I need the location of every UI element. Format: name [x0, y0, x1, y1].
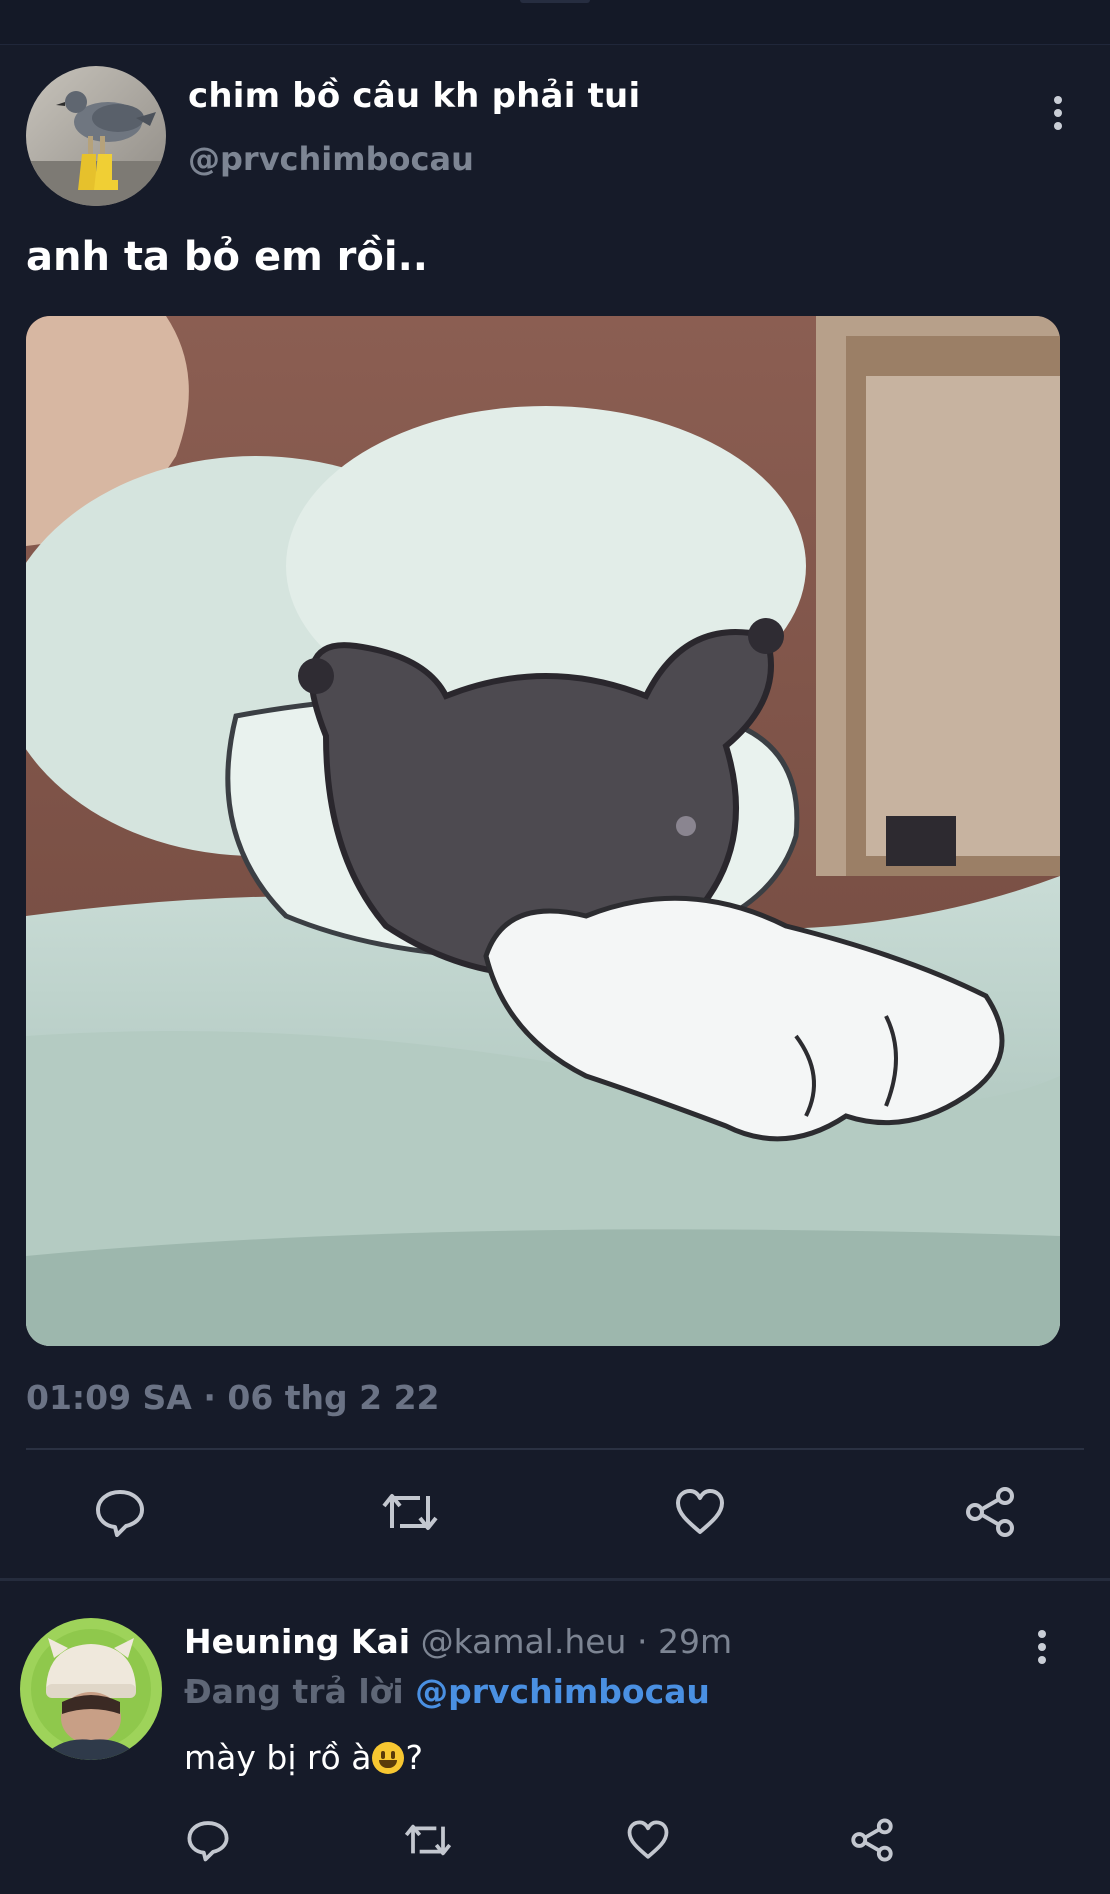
reply-share-icon[interactable] — [840, 1808, 904, 1872]
user-handle[interactable]: @prvchimbocau — [188, 140, 474, 178]
reply-text: mày bị rồ à ? — [184, 1738, 423, 1777]
reply-icon[interactable] — [88, 1480, 152, 1544]
notch — [520, 0, 590, 3]
reply-display-name[interactable]: Heuning Kai — [184, 1622, 410, 1661]
tweet-text: anh ta bỏ em rồi.. — [26, 234, 428, 280]
replying-mention[interactable]: @prvchimbocau — [415, 1672, 710, 1711]
grinning-emoji-icon — [372, 1741, 405, 1774]
reply-avatar[interactable] — [20, 1618, 162, 1760]
reply-reply-icon[interactable] — [176, 1808, 240, 1872]
tweet-timestamp[interactable]: 01:09 SA · 06 thg 2 22 — [26, 1378, 440, 1417]
divider — [26, 1448, 1084, 1450]
reply-retweet-icon[interactable] — [396, 1808, 460, 1872]
top-bar — [0, 0, 1110, 45]
reply-avatar-image — [20, 1618, 162, 1760]
kuromi-crying-illustration — [26, 316, 1060, 1346]
reply-like-icon[interactable] — [616, 1808, 680, 1872]
replying-label: Đang trả lời — [184, 1672, 404, 1711]
more-options-icon[interactable] — [1048, 90, 1068, 136]
reply-text-main: mày bị rồ à — [184, 1738, 372, 1777]
reply-time[interactable]: 29m — [658, 1622, 732, 1661]
pigeon-avatar-image — [26, 66, 166, 206]
retweet-icon[interactable] — [378, 1480, 442, 1544]
display-name[interactable]: chim bồ câu kh phải tui — [188, 76, 640, 116]
share-icon[interactable] — [958, 1480, 1022, 1544]
avatar[interactable] — [26, 66, 166, 206]
reply-header: Heuning Kai @kamal.heu · 29m — [184, 1622, 732, 1661]
replying-to: Đang trả lời @prvchimbocau — [184, 1672, 710, 1711]
tweet-media-image[interactable] — [26, 316, 1060, 1346]
reply-separator: · — [636, 1622, 648, 1661]
reply-more-options-icon[interactable] — [1032, 1624, 1052, 1670]
section-divider — [0, 1578, 1110, 1581]
reply-handle[interactable]: @kamal.heu — [421, 1622, 627, 1661]
like-icon[interactable] — [668, 1480, 732, 1544]
reply-text-end: ? — [405, 1738, 423, 1777]
